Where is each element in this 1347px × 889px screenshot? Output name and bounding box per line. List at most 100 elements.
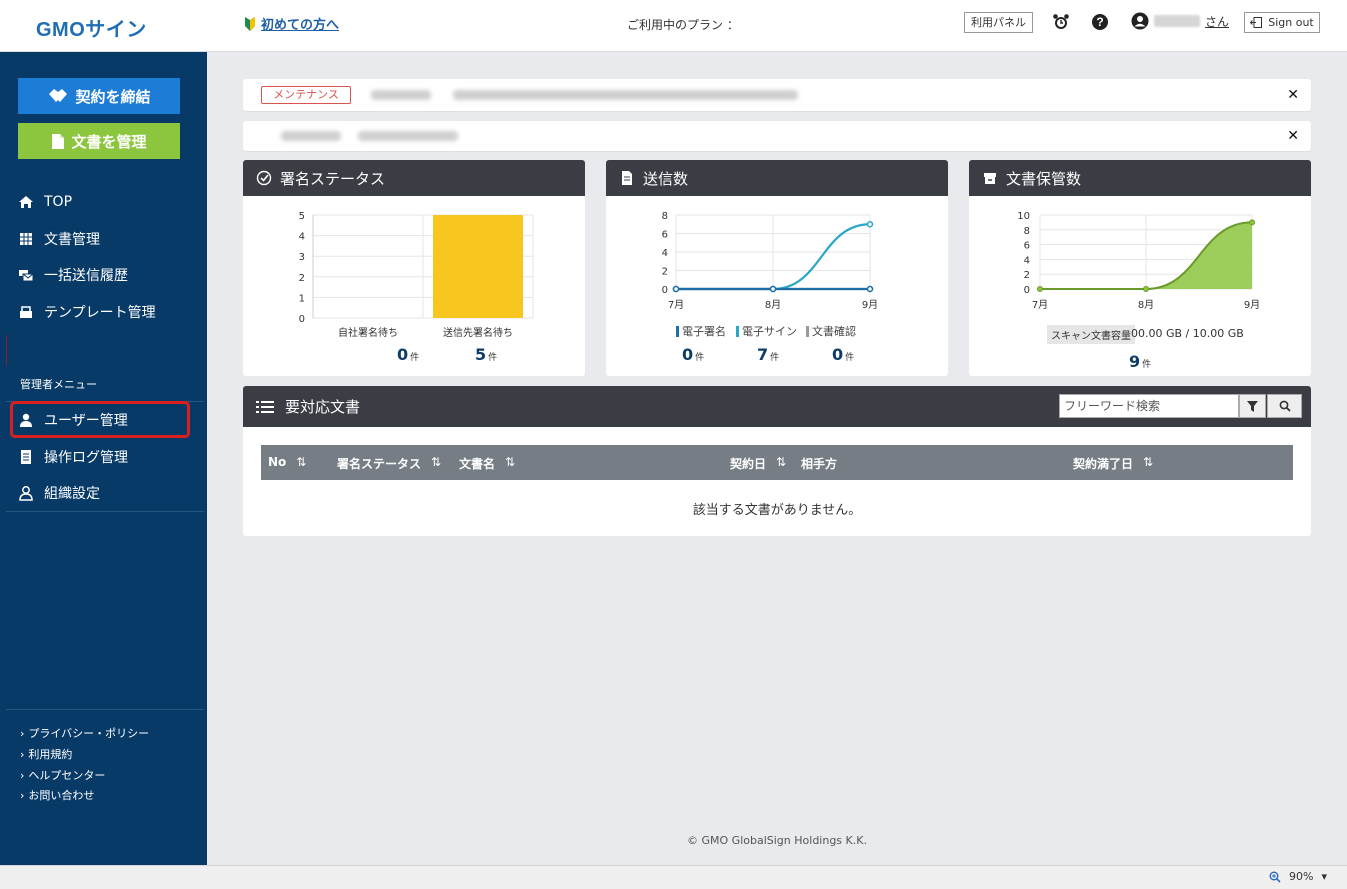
manage-docs-button[interactable]: 文書を管理 bbox=[18, 123, 180, 159]
sort-icon[interactable]: ⇅ bbox=[431, 455, 441, 472]
archive-box-icon bbox=[984, 173, 996, 184]
zoom-icon bbox=[1269, 871, 1281, 883]
column-label[interactable]: 契約満了日 bbox=[1073, 455, 1133, 472]
sidebar-item-documents[interactable]: 文書管理 bbox=[18, 227, 100, 251]
sent-count-chart: 0 2 4 6 8 7月 8月 9月 bbox=[662, 211, 879, 311]
manage-docs-label[interactable]: 文書を管理 bbox=[71, 131, 146, 152]
column-no[interactable]: No ⇅ bbox=[268, 455, 306, 469]
beginner-link[interactable]: 初めての方へ bbox=[244, 14, 339, 33]
column-label: 相手方 bbox=[801, 457, 838, 471]
beginner-mark-icon bbox=[245, 16, 255, 31]
svg-text:?: ? bbox=[1096, 15, 1103, 29]
user-menu[interactable]: さん bbox=[1131, 12, 1229, 30]
legend-swatch bbox=[676, 325, 679, 337]
column-label[interactable]: No bbox=[268, 455, 286, 469]
sidebar-item-label[interactable]: 操作ログ管理 bbox=[44, 447, 128, 467]
storage-count-card: 文書保管数 0 2 4 6 8 10 7月 8月 9月 スキャン文書容量 00.00 GB / … bbox=[969, 160, 1311, 376]
admin-menu-heading: 管理者メニュー bbox=[20, 378, 97, 391]
sort-icon[interactable]: ⇅ bbox=[296, 455, 306, 469]
legend-label: 電子サイン bbox=[742, 325, 797, 338]
sidebar-item-label[interactable]: 文書管理 bbox=[44, 229, 100, 249]
count-value: 0 bbox=[682, 345, 694, 364]
y-tick-label: 5 bbox=[299, 211, 305, 222]
card-header: 署名ステータス bbox=[243, 160, 585, 196]
maintenance-badge: メンテナンス bbox=[261, 86, 351, 104]
y-tick-label: 0 bbox=[662, 285, 668, 296]
count-unit: 件 bbox=[1142, 360, 1152, 370]
legend-swatch bbox=[806, 325, 809, 337]
card-title: 署名ステータス bbox=[280, 169, 386, 188]
sent-count-card: 送信数 0 2 4 6 8 7月 8月 9月 電子署名 電子サイン 文書確認 0件 7件 0件 bbox=[606, 160, 948, 376]
sidebar-item-label[interactable]: TOP bbox=[44, 194, 72, 210]
x-tick-label: 自社署名待ち bbox=[338, 326, 398, 339]
count-value: 7 bbox=[757, 345, 769, 364]
dropdown-arrow-icon[interactable]: ▾ bbox=[1321, 870, 1327, 883]
bulk-send-icon bbox=[19, 270, 34, 282]
privacy-policy-link-label[interactable]: プライバシー・ポリシー bbox=[28, 725, 149, 741]
list-icon bbox=[256, 400, 274, 413]
sidebar-divider bbox=[6, 709, 204, 710]
contact-link-label[interactable]: お問い合わせ bbox=[28, 787, 94, 803]
search-input[interactable]: フリーワード検索 bbox=[1059, 394, 1239, 418]
sidebar-item-label[interactable]: テンプレート管理 bbox=[44, 302, 156, 322]
y-tick-label: 8 bbox=[1024, 226, 1030, 237]
close-icon[interactable]: ✕ bbox=[1287, 87, 1299, 103]
sidebar-item-org-settings[interactable]: 組織設定 bbox=[18, 481, 100, 505]
empty-table-message: 該当する文書がありません。 bbox=[692, 503, 862, 518]
count-value: 5 bbox=[475, 345, 487, 364]
y-tick-label: 6 bbox=[1024, 241, 1030, 252]
y-tick-label: 0 bbox=[299, 314, 305, 325]
terms-link-label[interactable]: 利用規約 bbox=[28, 746, 72, 762]
sort-icon[interactable]: ⇅ bbox=[1143, 455, 1153, 472]
column-contract-date[interactable]: 契約日 ⇅ bbox=[730, 455, 786, 472]
x-tick-label: 8月 bbox=[765, 299, 781, 311]
panel-button[interactable]: 利用パネル bbox=[964, 12, 1033, 33]
column-sign-status[interactable]: 署名ステータス ⇅ bbox=[337, 455, 441, 472]
sidebar-item-bulk-send[interactable]: 一括送信履歴 bbox=[18, 263, 128, 287]
search-button[interactable] bbox=[1267, 394, 1302, 418]
x-tick-label: 送信先署名待ち bbox=[443, 326, 513, 339]
zoom-control[interactable]: 90% ▾ bbox=[1269, 870, 1327, 883]
count-unit: 件 bbox=[770, 353, 780, 363]
column-label[interactable]: 契約日 bbox=[730, 455, 766, 472]
filter-button[interactable] bbox=[1239, 394, 1266, 418]
sidebar-item-top[interactable]: TOP bbox=[18, 190, 72, 214]
plan-label: ご利用中のプラン ： bbox=[627, 18, 739, 32]
column-doc-name[interactable]: 文書名 ⇅ bbox=[459, 455, 515, 472]
data-point bbox=[866, 285, 874, 293]
privacy-policy-link[interactable]: › プライバシー・ポリシー bbox=[20, 725, 149, 741]
contract-button[interactable]: 契約を締結 bbox=[18, 78, 180, 114]
sidebar-item-operation-log[interactable]: 操作ログ管理 bbox=[18, 445, 128, 469]
beginner-link-label[interactable]: 初めての方へ bbox=[261, 14, 339, 33]
column-label[interactable]: 文書名 bbox=[459, 455, 495, 472]
help-center-link-label[interactable]: ヘルプセンター bbox=[28, 767, 105, 783]
help-icon[interactable]: ? bbox=[1091, 13, 1109, 31]
sidebar-item-label[interactable]: 組織設定 bbox=[44, 483, 100, 503]
sidebar-item-label[interactable]: 一括送信履歴 bbox=[44, 265, 128, 285]
card-header: 文書保管数 bbox=[969, 160, 1311, 196]
alarm-clock-icon[interactable] bbox=[1052, 13, 1070, 31]
contract-button-label[interactable]: 契約を締結 bbox=[75, 86, 150, 107]
close-icon[interactable]: ✕ bbox=[1287, 128, 1299, 144]
gmo-sign-logo[interactable]: GMOサイン bbox=[36, 13, 147, 42]
sidebar-item-templates[interactable]: テンプレート管理 bbox=[18, 300, 156, 324]
copyright: © GMO GlobalSign Holdings K.K. bbox=[687, 834, 867, 847]
top-header: GMOサイン 初めての方へ ご利用中のプラン ： 利用パネル ? さん Sign… bbox=[0, 0, 1347, 52]
column-expiry-date[interactable]: 契約満了日 ⇅ bbox=[1073, 455, 1153, 472]
column-label[interactable]: 署名ステータス bbox=[337, 455, 421, 472]
blurred-text bbox=[453, 90, 798, 100]
user-suffix[interactable]: さん bbox=[1205, 13, 1229, 30]
help-center-link[interactable]: › ヘルプセンター bbox=[20, 767, 105, 783]
terms-link[interactable]: › 利用規約 bbox=[20, 746, 72, 762]
contact-link[interactable]: › お問い合わせ bbox=[20, 787, 94, 803]
signout-button[interactable]: Sign out bbox=[1244, 12, 1320, 33]
sort-icon[interactable]: ⇅ bbox=[776, 455, 786, 472]
x-tick-label: 8月 bbox=[1138, 299, 1154, 311]
bar bbox=[433, 215, 523, 318]
sidebar: 契約を締結 文書を管理 TOP 文書管理 一括送信履歴 テンプレート管理 管理者… bbox=[0, 52, 207, 865]
data-point bbox=[672, 285, 680, 293]
sort-icon[interactable]: ⇅ bbox=[505, 455, 515, 472]
signout-label[interactable]: Sign out bbox=[1268, 16, 1314, 29]
scan-capacity-label: スキャン文書容量 bbox=[1047, 325, 1135, 344]
info-notice: ✕ bbox=[243, 121, 1311, 151]
